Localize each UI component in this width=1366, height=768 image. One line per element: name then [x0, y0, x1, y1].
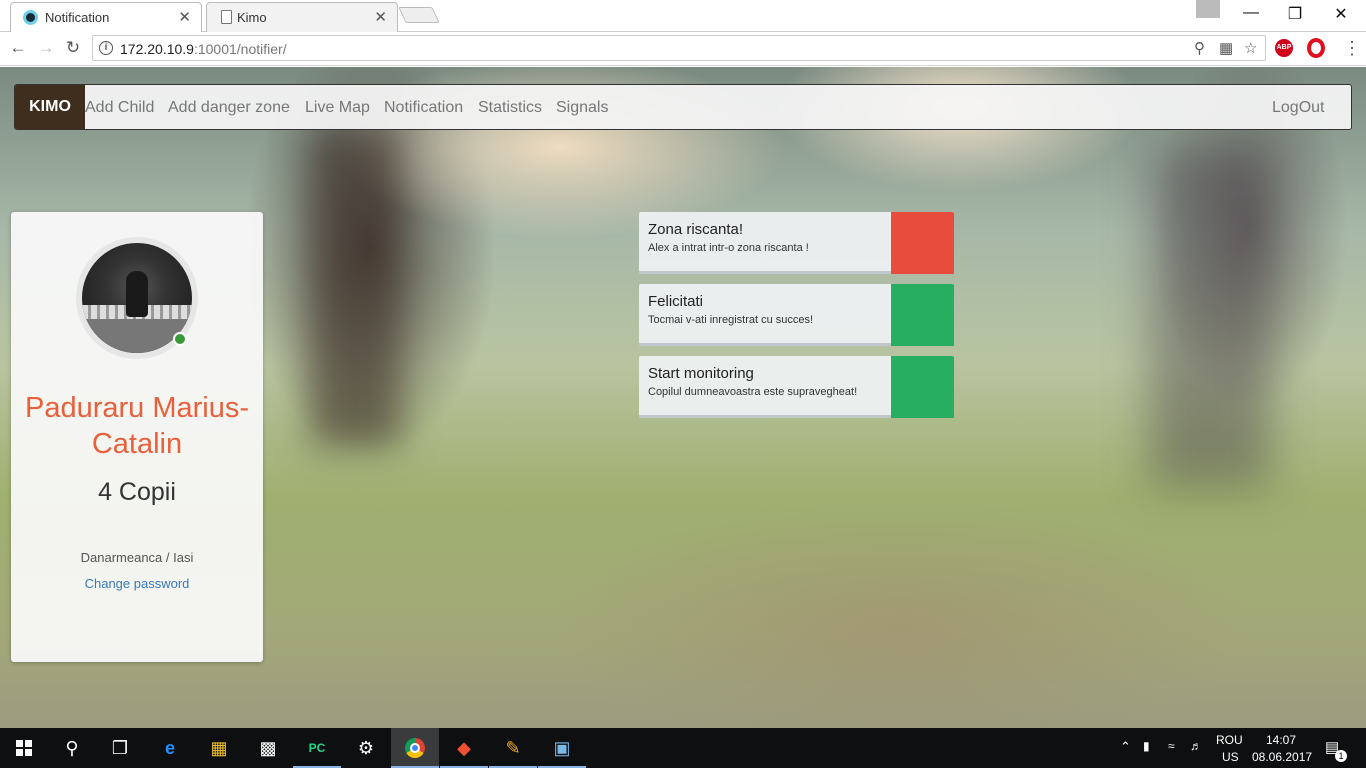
- tab-title: Notification: [45, 10, 110, 25]
- wifi-icon[interactable]: ≈: [1168, 739, 1175, 753]
- paint-icon[interactable]: ✎: [489, 728, 537, 768]
- task-view-icon[interactable]: ❐: [96, 728, 144, 768]
- nav-signals[interactable]: Signals: [556, 99, 608, 117]
- top-navbar: KIMO Add Child Add danger zone Live Map …: [14, 84, 1352, 130]
- volume-icon[interactable]: ♬: [1190, 739, 1202, 753]
- store-icon[interactable]: ▩: [244, 728, 292, 768]
- tab-title: Kimo: [237, 10, 267, 25]
- nav-add-child[interactable]: Add Child: [85, 99, 154, 117]
- change-password-link[interactable]: Change password: [11, 576, 263, 591]
- keyboard-layout[interactable]: US: [1222, 750, 1239, 764]
- children-count: 4 Copii: [98, 478, 176, 506]
- windows-logo-icon: [16, 740, 32, 756]
- chrome-menu-icon[interactable]: ⋮: [1343, 38, 1361, 59]
- nav-notification[interactable]: Notification: [384, 99, 463, 117]
- nav-add-danger-zone[interactable]: Add danger zone: [168, 99, 290, 117]
- windows-taskbar: ⚲ ❐ e ▦ ▩ PC ⚙ ◆ ✎ ▣ ⌃ ▮ ≈ ♬ ROU US 14:0…: [0, 728, 1366, 768]
- page-background: KIMO Add Child Add danger zone Live Map …: [0, 67, 1366, 728]
- url-text[interactable]: 172.20.10.9:10001/notifier/: [120, 41, 287, 57]
- clock-time[interactable]: 14:07: [1266, 733, 1296, 747]
- address-bar[interactable]: i 172.20.10.9:10001/notifier/ ⚲ ▦ ☆: [92, 35, 1266, 61]
- clock-date[interactable]: 08.06.2017: [1252, 750, 1312, 764]
- close-icon[interactable]: ✕: [178, 8, 191, 26]
- brand-logo[interactable]: KIMO: [15, 85, 85, 129]
- chrome-taskbar-icon[interactable]: [391, 728, 439, 768]
- logout-link[interactable]: LogOut: [1272, 99, 1324, 117]
- notification-card[interactable]: Felicitati Tocmai v-ati inregistrat cu s…: [639, 284, 954, 346]
- reload-icon[interactable]: ↻: [62, 38, 84, 58]
- profile-location: Danarmeanca / Iasi: [80, 550, 194, 565]
- notification-text: Alex a intrat intr-o zona riscanta !: [648, 242, 809, 254]
- nav-live-map[interactable]: Live Map: [305, 99, 370, 117]
- git-icon[interactable]: ◆: [440, 728, 488, 768]
- input-language[interactable]: ROU: [1216, 733, 1243, 747]
- image-viewer-icon[interactable]: ▣: [538, 728, 586, 768]
- site-info-icon[interactable]: i: [99, 41, 113, 55]
- close-icon[interactable]: ✕: [374, 8, 387, 26]
- notification-card[interactable]: Zona riscanta! Alex a intrat intr-o zona…: [639, 212, 954, 274]
- notification-card[interactable]: Start monitoring Copilul dumneavoastra e…: [639, 356, 954, 418]
- close-window-button[interactable]: ✕: [1318, 4, 1364, 24]
- kimo-eye-icon: [23, 10, 38, 25]
- notification-count-badge: 1: [1335, 750, 1347, 762]
- settings-gear-icon[interactable]: ⚙: [342, 728, 390, 768]
- minimize-button[interactable]: —: [1228, 4, 1274, 22]
- file-explorer-icon[interactable]: ▦: [195, 728, 243, 768]
- notification-status-bar-success: [891, 356, 954, 418]
- battery-icon[interactable]: ▮: [1143, 739, 1150, 753]
- notification-status-bar-success: [891, 284, 954, 346]
- translate-icon[interactable]: ▦: [1219, 39, 1233, 57]
- edge-icon[interactable]: e: [146, 728, 194, 768]
- back-icon[interactable]: ←: [7, 38, 29, 58]
- notification-title: Felicitati: [648, 293, 704, 310]
- chevron-up-icon[interactable]: ⌃: [1120, 739, 1131, 755]
- tab-notification[interactable]: Notification ✕: [10, 2, 202, 32]
- tab-kimo[interactable]: Kimo ✕: [206, 2, 398, 32]
- search-icon[interactable]: ⚲: [48, 728, 96, 768]
- notification-title: Zona riscanta!: [648, 221, 744, 238]
- pycharm-icon[interactable]: PC: [293, 728, 341, 768]
- zoom-icon[interactable]: ⚲: [1194, 39, 1205, 57]
- user-profile-icon[interactable]: [1196, 0, 1220, 18]
- profile-name: Paduraru Marius-Catalin: [24, 392, 250, 460]
- browser-toolbar: ← → ↻ i 172.20.10.9:10001/notifier/ ⚲ ▦ …: [0, 32, 1366, 66]
- forward-icon[interactable]: →: [35, 38, 57, 58]
- notification-title: Start monitoring: [648, 365, 754, 382]
- adblock-icon[interactable]: ABP: [1275, 39, 1293, 57]
- online-status-indicator: [173, 332, 187, 346]
- notification-text: Copilul dumneavoastra este supravegheat!: [648, 386, 858, 398]
- bookmark-star-icon[interactable]: ☆: [1244, 39, 1257, 57]
- notification-text: Tocmai v-ati inregistrat cu succes!: [648, 314, 814, 326]
- notification-status-bar-danger: [891, 212, 954, 274]
- page-icon: [221, 10, 232, 24]
- new-tab-button[interactable]: [398, 7, 440, 23]
- profile-card: Paduraru Marius-Catalin 4 Copii Danarmea…: [11, 212, 263, 662]
- nav-statistics[interactable]: Statistics: [478, 99, 542, 117]
- restore-button[interactable]: ❐: [1272, 4, 1318, 24]
- opera-icon[interactable]: [1307, 38, 1325, 58]
- start-button[interactable]: [0, 728, 48, 768]
- browser-tab-strip: Notification ✕ Kimo ✕ — ❐ ✕: [0, 0, 1366, 32]
